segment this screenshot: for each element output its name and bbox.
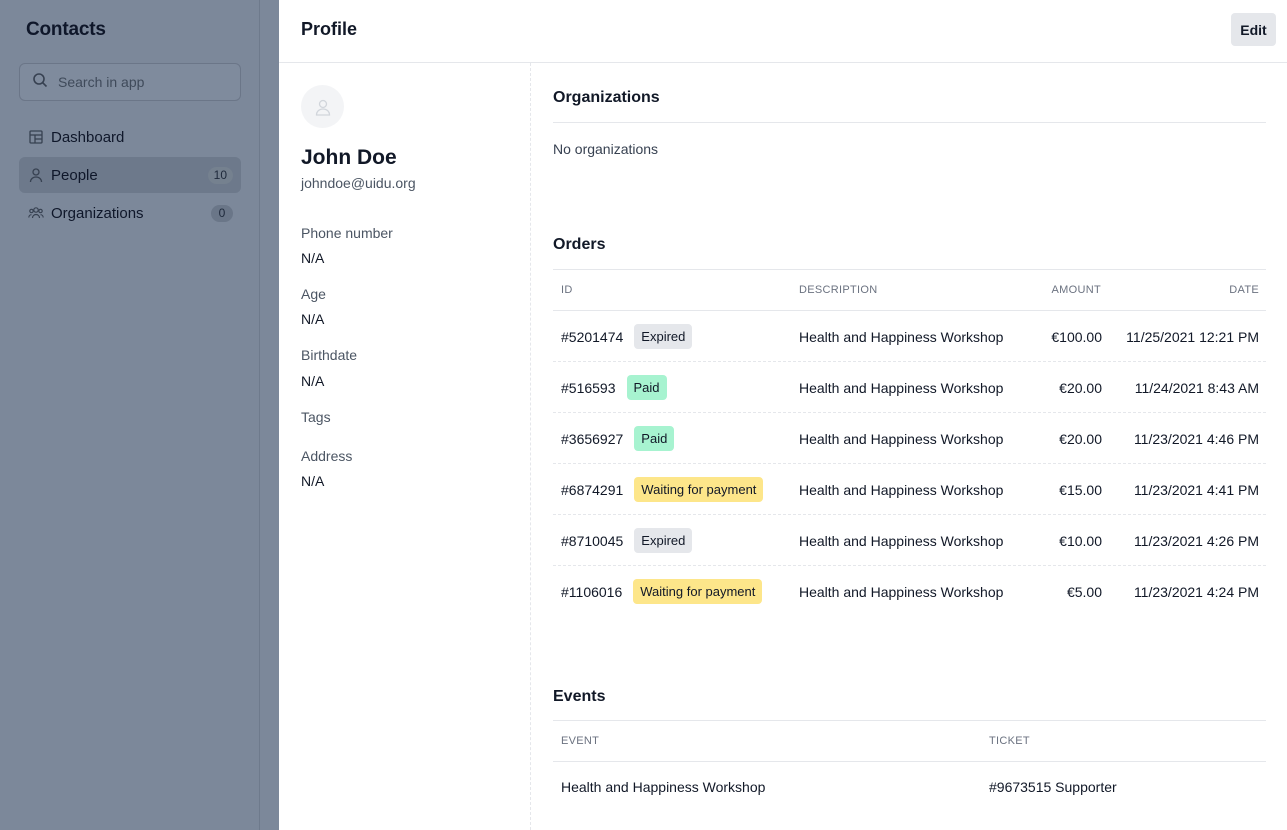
order-date: 11/23/2021 4:26 PM — [1133, 532, 1259, 549]
order-id-cell: #1106016 Waiting for payment — [561, 566, 763, 617]
table-row[interactable]: #6874291 Waiting for payment Health and H… — [553, 464, 1266, 515]
field-value-birthdate: N/A — [301, 373, 325, 389]
divider — [553, 720, 1266, 721]
order-date: 11/25/2021 12:21 PM — [1126, 328, 1259, 345]
status-badge: Waiting for payment — [634, 477, 764, 502]
column-header-description: DESCRIPTION — [799, 284, 878, 296]
order-id: #516593 — [561, 379, 616, 396]
column-header-ticket: TICKET — [989, 735, 1030, 747]
field-label-birthdate: Birthdate — [301, 347, 358, 363]
profile-panel: John Doe johndoe@uidu.org Phone number N… — [279, 63, 531, 830]
person-icon — [27, 166, 45, 184]
order-description: Health and Happiness Workshop — [799, 430, 1004, 447]
sidebar-item-label: Dashboard — [51, 128, 125, 146]
order-date: 11/24/2021 8:43 AM — [1134, 379, 1259, 396]
table-row[interactable]: #8710045 Expired Health and Happiness Wor… — [553, 515, 1266, 566]
field-value-phone: N/A — [301, 250, 325, 266]
sidebar-item-dashboard[interactable]: Dashboard — [19, 119, 241, 155]
avatar — [301, 85, 344, 128]
order-description: Health and Happiness Workshop — [799, 532, 1004, 549]
field-label-address: Address — [301, 448, 353, 464]
order-id-cell: #8710045 Expired — [561, 515, 693, 566]
field-label-age: Age — [301, 286, 326, 302]
column-header-date: DATE — [1229, 284, 1259, 296]
status-badge: Expired — [634, 528, 693, 553]
table-row[interactable]: #516593 Paid Health and Happiness Worksho… — [553, 362, 1266, 413]
order-amount: €100.00 — [1051, 328, 1102, 345]
divider — [553, 269, 1266, 270]
table-row[interactable]: Health and Happiness Workshop #9673515 S… — [553, 761, 1266, 812]
table-row[interactable]: #1106016 Waiting for payment Health and H… — [553, 566, 1266, 617]
order-description: Health and Happiness Workshop — [799, 583, 1004, 600]
person-email: johndoe@uidu.org — [301, 175, 416, 191]
order-description: Health and Happiness Workshop — [799, 379, 1004, 396]
section-title-events: Events — [553, 688, 606, 705]
event-ticket: #9673515 Supporter — [989, 778, 1117, 795]
order-id-cell: #516593 Paid — [561, 362, 667, 413]
sidebar-item-people[interactable]: People 10 — [19, 157, 241, 193]
status-badge: Waiting for payment — [633, 579, 763, 604]
page-title: Profile — [301, 19, 358, 39]
order-id: #6874291 — [561, 481, 624, 498]
order-id-cell: #6874291 Waiting for payment — [561, 464, 764, 515]
order-date: 11/23/2021 4:41 PM — [1133, 481, 1259, 498]
user-placeholder-icon — [315, 99, 330, 116]
field-label-phone: Phone number — [301, 225, 393, 241]
edit-button[interactable]: Edit — [1231, 13, 1276, 46]
main-content: Organizations No organizations Orders ID… — [531, 63, 1287, 830]
order-amount: €10.00 — [1059, 532, 1102, 549]
search-icon — [32, 72, 48, 93]
status-badge: Paid — [634, 426, 675, 451]
order-amount: €5.00 — [1066, 583, 1102, 600]
order-date: 11/23/2021 4:46 PM — [1133, 430, 1259, 447]
order-amount: €20.00 — [1059, 379, 1102, 396]
users-icon — [27, 204, 45, 222]
dashboard-icon — [27, 128, 45, 146]
count-badge: 10 — [207, 167, 233, 184]
sidebar: Contacts Dashboard People 10 Organizatio… — [0, 0, 279, 830]
order-amount: €15.00 — [1059, 481, 1102, 498]
person-name: John Doe — [301, 146, 397, 169]
search-box[interactable] — [19, 63, 241, 101]
organizations-empty-text: No organizations — [553, 141, 659, 157]
field-value-address: N/A — [301, 473, 325, 489]
section-title-organizations: Organizations — [553, 89, 660, 106]
table-row[interactable]: #5201474 Expired Health and Happiness Wor… — [553, 311, 1266, 362]
sidebar-item-organizations[interactable]: Organizations 0 — [19, 195, 241, 231]
field-label-tags: Tags — [301, 409, 331, 425]
column-header-event: EVENT — [561, 735, 600, 747]
column-header-amount: AMOUNT — [1051, 284, 1101, 296]
order-id: #5201474 — [561, 328, 624, 345]
event-name: Health and Happiness Workshop — [561, 778, 766, 795]
column-header-id: ID — [561, 284, 573, 296]
order-description: Health and Happiness Workshop — [799, 328, 1004, 345]
table-row[interactable]: #3656927 Paid Health and Happiness Worksh… — [553, 413, 1266, 464]
order-id: #8710045 — [561, 532, 624, 549]
sidebar-edge — [260, 0, 279, 830]
divider — [553, 122, 1266, 123]
search-input[interactable] — [58, 74, 228, 90]
order-id-cell: #5201474 Expired — [561, 311, 693, 362]
order-date: 11/23/2021 4:24 PM — [1133, 583, 1259, 600]
order-amount: €20.00 — [1059, 430, 1102, 447]
order-description: Health and Happiness Workshop — [799, 481, 1004, 498]
order-id: #1106016 — [561, 583, 623, 600]
section-title-orders: Orders — [553, 236, 606, 253]
field-value-age: N/A — [301, 311, 325, 327]
status-badge: Paid — [626, 375, 667, 400]
sidebar-item-label: Organizations — [51, 204, 144, 222]
order-id: #3656927 — [561, 430, 624, 447]
orders-rows: #5201474 Expired Health and Happiness Wor… — [531, 311, 1287, 621]
count-badge: 0 — [211, 205, 233, 222]
app-title: Contacts — [26, 19, 106, 40]
order-id-cell: #3656927 Paid — [561, 413, 675, 464]
sidebar-item-label: People — [51, 166, 98, 184]
page-header: Profile Edit — [279, 0, 1287, 63]
status-badge: Expired — [634, 324, 693, 349]
